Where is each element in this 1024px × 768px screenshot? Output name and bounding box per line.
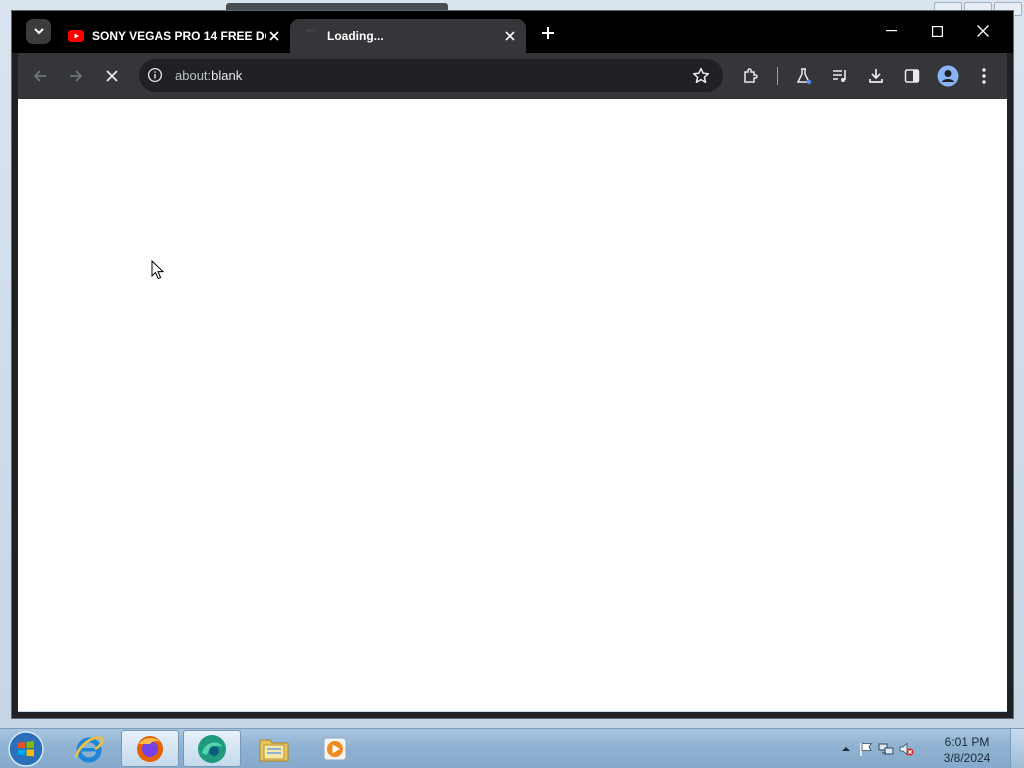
minimize-icon xyxy=(885,30,897,32)
back-button[interactable] xyxy=(28,64,52,88)
tab-close-button[interactable] xyxy=(266,28,282,44)
taskbar: 6:01 PM 3/8/2024 xyxy=(0,728,1024,768)
tab-title: SONY VEGAS PRO 14 FREE DO xyxy=(92,29,266,43)
show-desktop-button[interactable] xyxy=(1010,729,1024,768)
clock-time: 6:01 PM xyxy=(944,735,990,749)
close-icon xyxy=(106,70,118,82)
show-hidden-icons-icon[interactable] xyxy=(838,741,854,757)
arrow-right-icon xyxy=(70,70,83,82)
taskbar-browser-app[interactable] xyxy=(183,730,241,767)
url-text: about:blank xyxy=(175,68,243,83)
side-panel-icon xyxy=(904,69,920,83)
more-vertical-icon xyxy=(982,68,986,84)
arrow-left-icon xyxy=(33,70,46,82)
browser-window: SONY VEGAS PRO 14 FREE DO Loading... abo… xyxy=(11,10,1014,719)
close-icon xyxy=(977,25,989,37)
tab-close-button[interactable] xyxy=(502,28,518,44)
profile-button[interactable] xyxy=(936,64,960,88)
close-icon xyxy=(269,31,279,41)
extensions-button[interactable] xyxy=(739,64,763,88)
new-tab-button[interactable] xyxy=(539,24,557,42)
tab-youtube[interactable]: SONY VEGAS PRO 14 FREE DO xyxy=(60,19,290,53)
avatar-icon xyxy=(937,65,959,87)
loading-spinner-icon xyxy=(304,29,318,43)
media-controls-button[interactable] xyxy=(828,64,852,88)
action-center-flag-icon[interactable] xyxy=(858,741,874,757)
downloads-button[interactable] xyxy=(864,64,888,88)
window-close-button[interactable] xyxy=(960,11,1006,51)
media-player-icon xyxy=(323,737,347,760)
folder-icon xyxy=(259,739,289,761)
minimize-button[interactable] xyxy=(868,11,914,51)
tab-title: Loading... xyxy=(327,29,384,43)
taskbar-windows-explorer[interactable] xyxy=(245,730,303,767)
firefox-icon xyxy=(137,735,163,762)
toolbar-divider xyxy=(777,67,778,85)
windows-start-orb-icon xyxy=(8,731,44,767)
chevron-down-icon xyxy=(33,28,44,35)
network-icon[interactable] xyxy=(878,741,894,757)
flask-icon xyxy=(796,68,812,85)
page-content xyxy=(18,99,1007,711)
volume-muted-icon[interactable] xyxy=(898,741,914,757)
taskbar-internet-explorer[interactable] xyxy=(60,730,118,767)
mouse-cursor-icon xyxy=(151,260,165,280)
system-tray: 6:01 PM 3/8/2024 xyxy=(834,729,1024,768)
internet-explorer-icon xyxy=(74,736,104,762)
taskbar-media-player[interactable] xyxy=(306,730,364,767)
browser-app-icon xyxy=(198,734,226,763)
download-icon xyxy=(869,69,883,83)
maximize-button[interactable] xyxy=(914,11,960,51)
start-button[interactable] xyxy=(6,730,46,768)
plus-icon xyxy=(542,27,554,39)
menu-button[interactable] xyxy=(972,64,996,88)
close-icon xyxy=(505,31,515,41)
browser-toolbar: about:blank xyxy=(18,53,1007,99)
info-icon[interactable] xyxy=(147,67,163,83)
clock[interactable]: 6:01 PM 3/8/2024 xyxy=(937,734,997,766)
tab-strip: SONY VEGAS PRO 14 FREE DO Loading... xyxy=(12,11,1013,53)
clock-date: 3/8/2024 xyxy=(943,751,991,765)
stop-loading-button[interactable] xyxy=(100,64,124,88)
puzzle-icon xyxy=(744,68,758,83)
address-bar[interactable]: about:blank xyxy=(139,59,723,92)
playlist-music-icon xyxy=(833,70,846,82)
forward-button[interactable] xyxy=(64,64,88,88)
bookmark-star-icon[interactable] xyxy=(691,66,711,86)
tab-loading[interactable]: Loading... xyxy=(290,19,526,53)
taskbar-firefox[interactable] xyxy=(121,730,179,767)
youtube-icon xyxy=(68,30,84,42)
tab-search-button[interactable] xyxy=(26,19,51,44)
maximize-icon xyxy=(931,25,943,37)
side-panel-button[interactable] xyxy=(900,64,924,88)
labs-button[interactable] xyxy=(792,64,816,88)
